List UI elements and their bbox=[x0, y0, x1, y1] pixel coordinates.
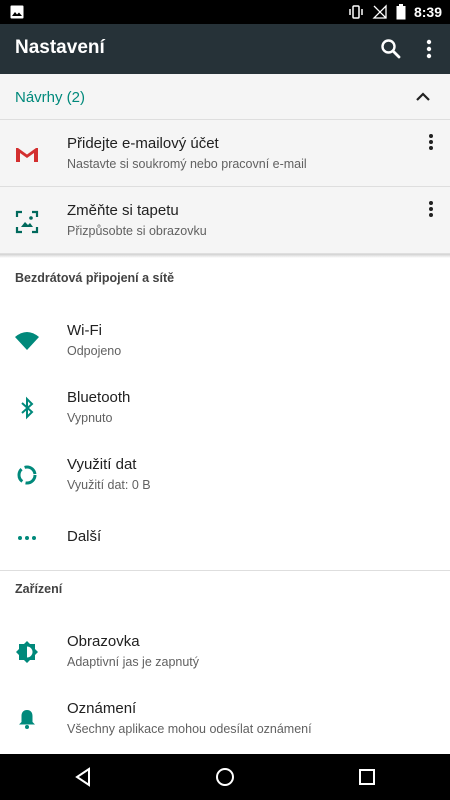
more-vert-icon[interactable] bbox=[423, 198, 439, 220]
section-title-wireless: Bezdrátová připojení a sítě bbox=[15, 271, 175, 285]
suggestion-add-email[interactable]: Přidejte e-mailový účet Nastavte si souk… bbox=[0, 120, 450, 187]
search-icon[interactable] bbox=[378, 36, 404, 62]
item-title: Oznámení bbox=[67, 700, 137, 717]
no-signal-icon bbox=[372, 4, 387, 19]
suggestion-subtitle: Nastavte si soukromý nebo pracovní e-mai… bbox=[67, 157, 307, 171]
suggestion-change-wallpaper[interactable]: Změňte si tapetu Přizpůsobte si obrazovk… bbox=[0, 187, 450, 254]
vibrate-icon bbox=[349, 5, 363, 19]
more-horiz-icon bbox=[18, 536, 36, 540]
image-icon bbox=[10, 5, 24, 19]
settings-item-wifi[interactable]: Wi-Fi Odpojeno bbox=[0, 307, 450, 374]
bluetooth-icon bbox=[21, 396, 34, 420]
suggestion-title: Změňte si tapetu bbox=[67, 202, 179, 219]
item-title: Využití dat bbox=[67, 456, 137, 473]
item-subtitle: Adaptivní jas je zapnutý bbox=[67, 655, 200, 669]
status-bar: 8:39 bbox=[0, 0, 450, 24]
suggestion-title: Přidejte e-mailový účet bbox=[67, 135, 219, 152]
chevron-up-icon[interactable] bbox=[414, 88, 432, 106]
item-title: Obrazovka bbox=[67, 633, 140, 650]
section-divider bbox=[0, 570, 450, 571]
item-subtitle: Všechny aplikace mohou odesílat oznámení bbox=[67, 722, 312, 736]
suggestions-title: Návrhy (2) bbox=[15, 89, 86, 106]
navigation-bar bbox=[0, 754, 450, 800]
item-subtitle: Využití dat: 0 B bbox=[67, 478, 151, 492]
item-title: Další bbox=[67, 528, 102, 545]
recents-icon[interactable] bbox=[356, 766, 378, 788]
data-usage-icon bbox=[17, 465, 37, 485]
section-title-device: Zařízení bbox=[15, 582, 63, 596]
back-icon[interactable] bbox=[72, 766, 94, 788]
brightness-icon bbox=[16, 641, 38, 663]
item-title: Wi-Fi bbox=[67, 322, 102, 339]
section-shadow bbox=[0, 254, 450, 258]
home-icon[interactable] bbox=[214, 766, 236, 788]
more-vert-icon[interactable] bbox=[418, 36, 440, 62]
item-title: Bluetooth bbox=[67, 389, 131, 406]
settings-item-data-usage[interactable]: Využití dat Využití dat: 0 B bbox=[0, 441, 450, 508]
settings-item-display[interactable]: Obrazovka Adaptivní jas je zapnutý bbox=[0, 618, 450, 685]
wifi-icon bbox=[15, 332, 39, 350]
clock: 8:39 bbox=[413, 4, 442, 20]
settings-item-bluetooth[interactable]: Bluetooth Vypnuto bbox=[0, 374, 450, 441]
item-subtitle: Vypnuto bbox=[67, 411, 113, 425]
gmail-icon bbox=[16, 148, 38, 162]
suggestion-subtitle: Přizpůsobte si obrazovku bbox=[67, 224, 207, 238]
suggestions-header[interactable]: Návrhy (2) bbox=[0, 74, 450, 120]
wallpaper-icon bbox=[15, 210, 39, 234]
more-vert-icon[interactable] bbox=[423, 131, 439, 153]
item-subtitle: Odpojeno bbox=[67, 344, 122, 358]
bell-icon bbox=[19, 710, 35, 729]
settings-item-notifications[interactable]: Oznámení Všechny aplikace mohou odesílat… bbox=[0, 685, 450, 752]
app-bar: Nastavení bbox=[0, 24, 450, 74]
page-title: Nastavení bbox=[15, 37, 105, 58]
settings-item-more[interactable]: Další bbox=[0, 504, 450, 571]
battery-icon bbox=[396, 4, 406, 20]
